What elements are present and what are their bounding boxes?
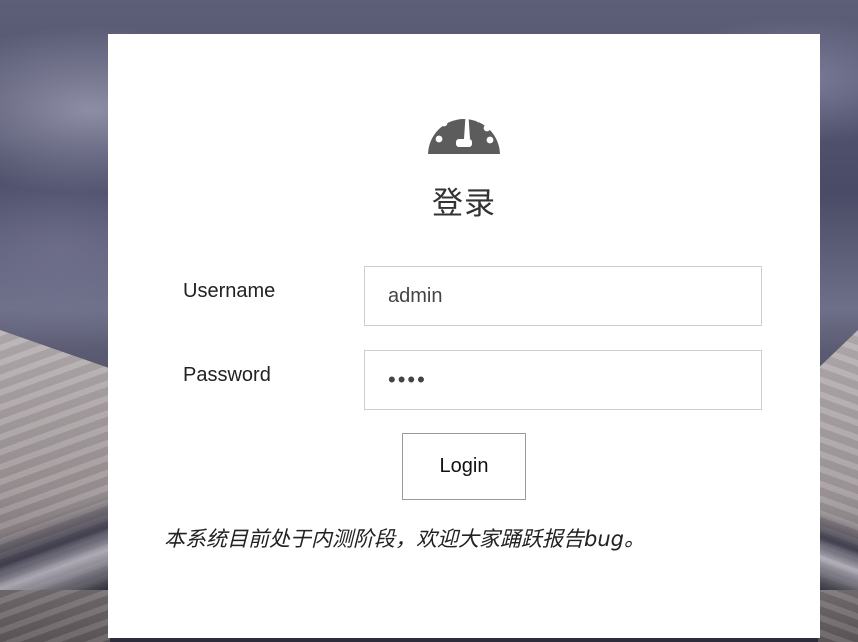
roof-edge-left-decoration bbox=[0, 470, 110, 590]
password-input[interactable] bbox=[364, 350, 762, 410]
login-button[interactable]: Login bbox=[402, 433, 526, 500]
username-input[interactable] bbox=[364, 266, 762, 326]
page-title: 登录 bbox=[432, 186, 496, 222]
password-label: Password bbox=[183, 364, 271, 386]
roof-edge-right-decoration bbox=[818, 470, 858, 590]
username-label: Username bbox=[183, 280, 276, 302]
dashboard-gauge-icon bbox=[428, 108, 500, 157]
login-card: 登录 Username Password Login 本系统目前处于内测阶段，欢… bbox=[108, 34, 820, 638]
beta-notice: 本系统目前处于内测阶段，欢迎大家踊跃报告bug。 bbox=[164, 527, 645, 551]
